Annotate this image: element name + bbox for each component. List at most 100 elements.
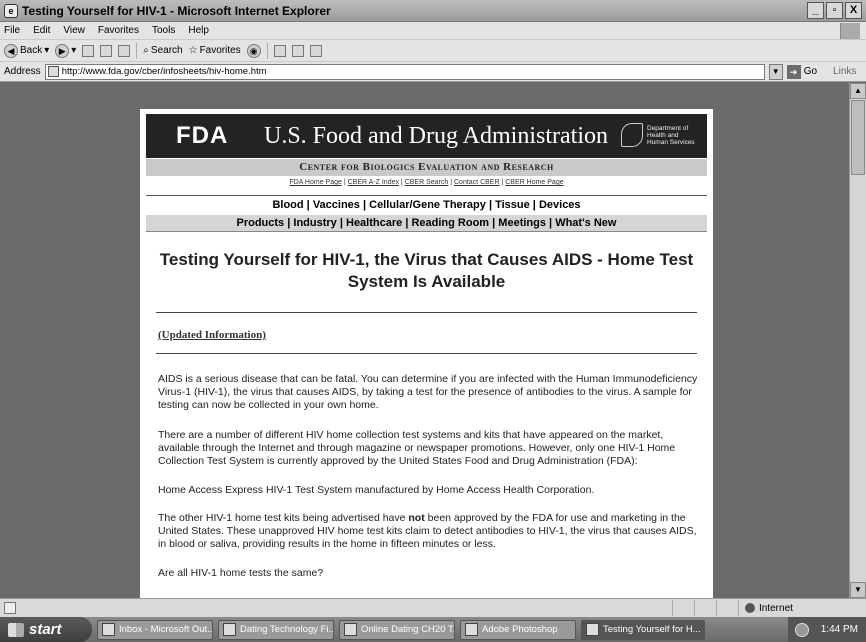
- page-title: Testing Yourself for HIV-1, the Virus th…: [159, 250, 694, 291]
- emphasis-not: not: [408, 512, 425, 524]
- taskbar-item-photoshop[interactable]: Adobe Photoshop: [460, 619, 576, 640]
- favorites-label: Favorites: [199, 45, 241, 56]
- home-icon[interactable]: [118, 44, 131, 57]
- system-tray: 1:44 PM: [788, 617, 866, 642]
- menu-view[interactable]: View: [63, 25, 85, 36]
- utility-links: FDA Home Page | CBER A-Z Index | CBER Se…: [289, 179, 564, 186]
- taskbar-item-outlook[interactable]: Inbox - Microsoft Out...: [97, 619, 213, 640]
- word-icon: [223, 623, 236, 636]
- star-icon: ☆: [188, 45, 198, 56]
- menu-edit[interactable]: Edit: [33, 25, 50, 36]
- nav-blood[interactable]: Blood: [272, 199, 303, 211]
- windows-logo-icon: [840, 23, 860, 39]
- edit-icon[interactable]: [309, 44, 322, 57]
- fda-banner: FDA U.S. Food and Drug Administration De…: [146, 114, 707, 158]
- forward-arrow-icon: ▶: [55, 43, 70, 58]
- search-button[interactable]: ⌕ Search: [143, 45, 182, 56]
- start-button[interactable]: start: [0, 617, 92, 642]
- status-zones: Internet: [672, 599, 866, 617]
- toolbar-separator: [266, 42, 268, 59]
- status-zone: [672, 600, 694, 616]
- nav-meetings[interactable]: Meetings: [498, 217, 546, 229]
- outlook-icon: [102, 623, 115, 636]
- tray-clock-icon[interactable]: [794, 622, 809, 637]
- menu-tools[interactable]: Tools: [152, 25, 175, 36]
- task-label: Dating Technology Fi...: [240, 624, 334, 635]
- agency-name: U.S. Food and Drug Administration: [264, 122, 609, 149]
- taskbar-item-word-online-dating[interactable]: Online Dating CH20 T...: [339, 619, 455, 640]
- nav-tissue[interactable]: Tissue: [495, 199, 530, 211]
- mail-icon[interactable]: [273, 44, 286, 57]
- media-icon[interactable]: ◉: [246, 43, 261, 58]
- minimize-button[interactable]: _: [807, 2, 824, 19]
- taskbar-item-word-dating-tech[interactable]: Dating Technology Fi...: [218, 619, 334, 640]
- link-contact-cber[interactable]: Contact CBER: [454, 179, 500, 186]
- task-label: Testing Yourself for H...: [603, 624, 701, 635]
- web-page: FDA U.S. Food and Drug Administration De…: [140, 109, 713, 598]
- nav-cellular-gene-therapy[interactable]: Cellular/Gene Therapy: [369, 199, 486, 211]
- divider: [156, 312, 697, 313]
- nav-reading-room[interactable]: Reading Room: [411, 217, 489, 229]
- back-arrow-icon: ◀: [4, 43, 18, 58]
- vertical-scrollbar[interactable]: ▲ ▼: [849, 83, 866, 598]
- task-label: Inbox - Microsoft Out...: [119, 624, 213, 635]
- forward-dropdown-icon[interactable]: ▾: [71, 45, 76, 56]
- toolbar-separator: [136, 42, 138, 59]
- clock[interactable]: 1:44 PM: [821, 624, 858, 635]
- fda-logo[interactable]: FDA: [176, 122, 256, 150]
- print-icon[interactable]: [291, 44, 304, 57]
- start-label: start: [29, 621, 62, 638]
- favorites-button[interactable]: ☆ Favorites: [189, 45, 241, 56]
- restore-button[interactable]: ▫: [826, 2, 843, 19]
- internet-zone: Internet: [738, 600, 866, 616]
- refresh-icon[interactable]: [100, 44, 113, 57]
- back-dropdown-icon[interactable]: ▾: [44, 45, 49, 56]
- go-button[interactable]: ➔ Go: [786, 64, 817, 79]
- nav-healthcare[interactable]: Healthcare: [346, 217, 402, 229]
- page-icon: [47, 66, 59, 77]
- address-dropdown-icon[interactable]: ▼: [768, 63, 783, 80]
- stop-icon[interactable]: [82, 44, 95, 57]
- updated-information-link[interactable]: (Updated Information): [158, 329, 266, 341]
- nav-devices[interactable]: Devices: [539, 199, 581, 211]
- status-zone: [716, 600, 738, 616]
- menu-favorites[interactable]: Favorites: [98, 25, 139, 36]
- center-name: Center for Biologics Evaluation and Rese…: [146, 159, 707, 176]
- status-zone: [694, 600, 716, 616]
- paragraph-unapproved: The other HIV-1 home test kits being adv…: [158, 512, 703, 551]
- forward-button[interactable]: ▶ ▾: [55, 43, 76, 58]
- back-button[interactable]: ◀ Back ▾: [4, 43, 49, 58]
- scroll-thumb[interactable]: [851, 100, 865, 175]
- link-cber-az-index[interactable]: CBER A-Z Index: [348, 179, 399, 186]
- address-url: http://www.fda.gov/cber/infosheets/hiv-h…: [61, 66, 267, 77]
- photoshop-icon: [465, 623, 478, 636]
- address-label: Address: [4, 66, 41, 77]
- link-cber-home[interactable]: CBER Home Page: [505, 179, 563, 186]
- divider: [146, 195, 707, 196]
- menu-bar: File Edit View Favorites Tools Help: [0, 22, 866, 40]
- search-icon: ⌕: [143, 45, 149, 56]
- browser-viewport[interactable]: FDA U.S. Food and Drug Administration De…: [0, 83, 849, 598]
- menu-file[interactable]: File: [4, 25, 20, 36]
- nav-whats-new[interactable]: What's New: [555, 217, 616, 229]
- taskbar-item-ie-active[interactable]: Testing Yourself for H...: [581, 619, 705, 640]
- taskbar: start Inbox - Microsoft Out... Dating Te…: [0, 617, 866, 642]
- paragraph-kits: There are a number of different HIV home…: [158, 429, 676, 467]
- link-cber-search[interactable]: CBER Search: [405, 179, 449, 186]
- word-icon: [344, 623, 357, 636]
- paragraph-approved-system: Home Access Express HIV-1 Test System ma…: [158, 484, 595, 496]
- scroll-up-arrow-icon[interactable]: ▲: [850, 83, 866, 99]
- nav-vaccines[interactable]: Vaccines: [313, 199, 360, 211]
- close-button[interactable]: X: [845, 2, 862, 19]
- nav-industry[interactable]: Industry: [293, 217, 336, 229]
- nav-products[interactable]: Products: [237, 217, 285, 229]
- address-input[interactable]: http://www.fda.gov/cber/infosheets/hiv-h…: [44, 63, 765, 80]
- links-button[interactable]: Links: [833, 66, 856, 77]
- window-titlebar[interactable]: e Testing Yourself for HIV-1 - Microsoft…: [0, 0, 866, 22]
- link-fda-home[interactable]: FDA Home Page: [289, 179, 342, 186]
- hhs-logo[interactable]: Department of Health and Human Services: [621, 123, 701, 147]
- menu-help[interactable]: Help: [188, 25, 209, 36]
- paragraph-text: The other HIV-1 home test kits being adv…: [158, 512, 409, 524]
- primary-nav: Blood | Vaccines | Cellular/Gene Therapy…: [272, 199, 581, 211]
- scroll-down-arrow-icon[interactable]: ▼: [850, 582, 866, 598]
